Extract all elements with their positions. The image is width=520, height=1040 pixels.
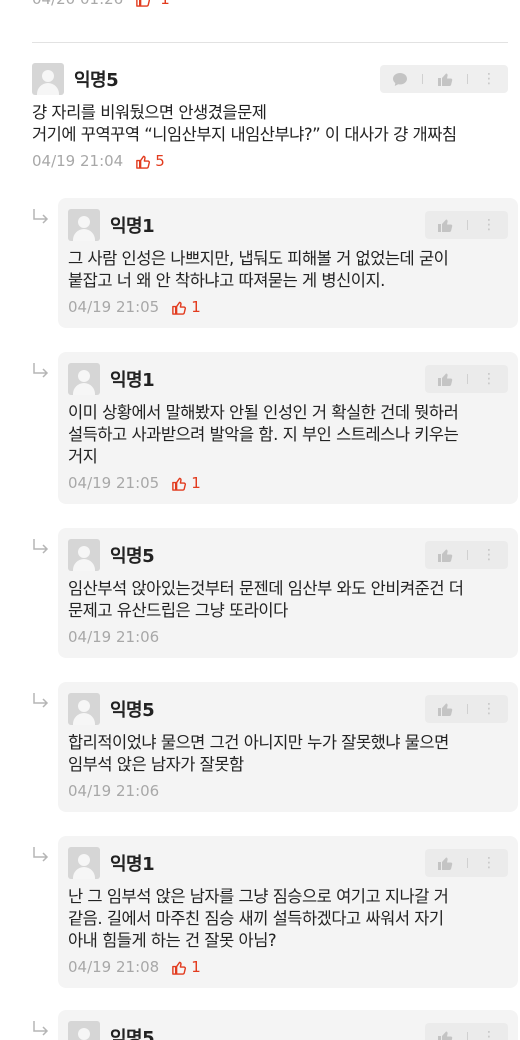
thumbs-up-icon[interactable] — [437, 547, 453, 563]
reply-time: 04/19 21:05 — [68, 474, 160, 492]
reply-actions: ⋮ — [425, 849, 508, 877]
thumbs-up-icon[interactable] — [437, 371, 453, 387]
comment-actions: ⋮ — [380, 65, 508, 93]
divider — [32, 42, 508, 43]
reply-body: 임산부석 앉아있는것부터 문젠데 임산부 와도 안비켜준건 더 문제고 유산드립… — [68, 579, 464, 620]
reply: 익명5 ⋮ — [58, 1010, 518, 1040]
avatar — [32, 63, 64, 95]
like-count[interactable]: 5 — [135, 152, 165, 170]
reply-actions: ⋮ — [425, 541, 508, 569]
avatar — [68, 847, 100, 879]
reply: 익명5 ⋮ 임산부석 앉아있는것부터 문젠데 임산부 와도 안비켜준건 더 문제… — [58, 528, 518, 658]
reply: 익명1 ⋮ 난 그 임부석 앉은 남자를 그냥 짐승으로 여기고 지나갈 거 같… — [58, 836, 518, 988]
thumbs-up-icon — [136, 155, 151, 169]
reply-arrow-icon — [33, 1021, 49, 1036]
reply-arrow-icon — [33, 363, 49, 378]
reply-body: 그 사람 인성은 나쁘지만, 냅둬도 피해볼 거 없었는데 굳이 붙잡고 너 왜… — [68, 249, 449, 290]
avatar — [68, 363, 100, 395]
more-vertical-icon[interactable]: ⋮ — [482, 702, 496, 716]
author-name: 익명5 — [74, 70, 119, 91]
more-vertical-icon[interactable]: ⋮ — [482, 1030, 496, 1040]
reply-body: 합리적이었냐 물으면 그건 아니지만 누가 잘못했냐 물으면 임부석 앉은 남자… — [68, 733, 449, 774]
avatar — [68, 693, 100, 725]
reply-actions: ⋮ — [425, 1023, 508, 1040]
reply-actions: ⋮ — [425, 365, 508, 393]
comment: 익명5 ⋮ 걍 자리를 비워뒀으면 안생겼을문제 거기에 꾸역꾸역 “니임산부지… — [32, 62, 508, 170]
reply-actions: ⋮ — [425, 211, 508, 239]
like-count[interactable]: 1 — [171, 474, 201, 492]
reply-time: 04/19 21:05 — [68, 298, 160, 316]
thumbs-up-icon[interactable] — [437, 217, 453, 233]
more-vertical-icon[interactable]: ⋮ — [482, 72, 496, 86]
reply-arrow-icon — [33, 847, 49, 862]
reply-body: 이미 상황에서 말해봤자 안될 인성인 거 확실한 건데 뭣하러 설득하고 사과… — [68, 403, 459, 466]
like-count[interactable]: 1 — [135, 0, 170, 8]
reply-arrow-icon — [33, 209, 49, 224]
author-name: 익명5 — [110, 546, 155, 567]
reply-actions: ⋮ — [425, 695, 508, 723]
reply: 익명1 ⋮ 이미 상황에서 말해봤자 안될 인성인 거 확실한 건데 뭣하러 설… — [58, 352, 518, 504]
thumbs-up-icon — [172, 477, 187, 491]
author-name: 익명5 — [110, 1028, 155, 1040]
thumbs-up-icon[interactable] — [437, 1029, 453, 1040]
more-vertical-icon[interactable]: ⋮ — [482, 372, 496, 386]
thumbs-up-icon[interactable] — [437, 855, 453, 871]
prev-comment-meta: 04/20 01:26 1 — [32, 0, 170, 8]
author-name: 익명5 — [110, 700, 155, 721]
reply-arrow-icon — [33, 693, 49, 708]
more-vertical-icon[interactable]: ⋮ — [482, 856, 496, 870]
thumbs-up-icon — [172, 961, 187, 975]
author-name: 익명1 — [110, 854, 155, 875]
comment-body: 걍 자리를 비워뒀으면 안생겼을문제 거기에 꾸역꾸역 “니임산부지 내임산부냐… — [32, 103, 457, 144]
thumbs-up-icon[interactable] — [437, 71, 453, 87]
author-name: 익명1 — [110, 370, 155, 391]
more-vertical-icon[interactable]: ⋮ — [482, 548, 496, 562]
comment-thread: 04/20 01:26 1 익명5 ⋮ 걍 자리를 비워뒀으면 안생겼을문제 거… — [0, 0, 520, 1040]
reply-time: 04/19 21:06 — [68, 628, 160, 646]
like-count[interactable]: 1 — [171, 958, 201, 976]
author-name: 익명1 — [110, 216, 155, 237]
avatar — [68, 539, 100, 571]
like-count[interactable]: 1 — [171, 298, 201, 316]
avatar — [68, 1021, 100, 1040]
comment-time: 04/20 01:26 — [32, 0, 123, 8]
thumbs-up-icon — [136, 0, 151, 7]
reply-arrow-icon — [33, 539, 49, 554]
more-vertical-icon[interactable]: ⋮ — [482, 218, 496, 232]
reply-time: 04/19 21:06 — [68, 782, 160, 800]
reply: 익명5 ⋮ 합리적이었냐 물으면 그건 아니지만 누가 잘못했냐 물으면 임부석… — [58, 682, 518, 812]
thumbs-up-icon — [172, 301, 187, 315]
reply: 익명1 ⋮ 그 사람 인성은 나쁘지만, 냅둬도 피해볼 거 없었는데 굳이 붙… — [58, 198, 518, 328]
thumbs-up-icon[interactable] — [437, 701, 453, 717]
speech-bubble-icon[interactable] — [392, 72, 408, 87]
reply-body: 난 그 임부석 앉은 남자를 그냥 짐승으로 여기고 지나갈 거 같음. 길에서… — [68, 887, 449, 950]
avatar — [68, 209, 100, 241]
comment-time: 04/19 21:04 — [32, 152, 124, 170]
reply-time: 04/19 21:08 — [68, 958, 160, 976]
